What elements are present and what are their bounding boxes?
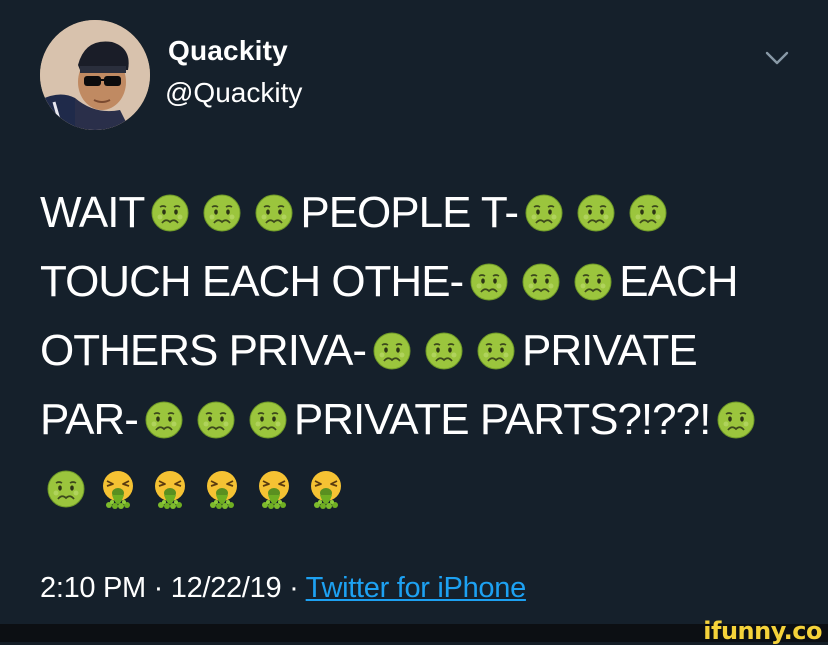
- nauseated-face-emoji-icon: [469, 262, 509, 302]
- tweet-text-segment: PAR-: [40, 395, 139, 444]
- tweet-metadata: 2:10 PM · 12/22/19 · Twitter for iPhone: [40, 572, 526, 605]
- nauseated-face-emoji-icon: [576, 193, 616, 233]
- nauseated-face-emoji-icon: [254, 193, 294, 233]
- tweet-text-segment: PEOPLE T-: [300, 188, 519, 237]
- vomiting-face-emoji-icon: [202, 469, 242, 509]
- chevron-down-icon[interactable]: [763, 48, 791, 68]
- tweet-text-line: TOUCH EACH OTHE- EACH: [40, 247, 800, 316]
- watermark-logo: ifunny.co: [703, 617, 822, 645]
- vomiting-face-emoji-icon: [98, 469, 138, 509]
- nauseated-face-emoji-icon: [716, 400, 756, 440]
- avatar[interactable]: [40, 20, 150, 130]
- nauseated-face-emoji-icon: [424, 331, 464, 371]
- vomiting-face-emoji-icon: [306, 469, 346, 509]
- nauseated-face-emoji-icon: [372, 331, 412, 371]
- nauseated-face-emoji-icon: [46, 469, 86, 509]
- tweet-card: Quackity @Quackity WAIT PEOPLE T- TOUCH EA…: [0, 0, 828, 624]
- tweet-text-segment: TOUCH EACH OTHE-: [40, 257, 464, 306]
- nauseated-face-emoji-icon: [248, 400, 288, 440]
- tweet-text-segment: PRIVATE: [522, 326, 698, 375]
- nauseated-face-emoji-icon: [202, 193, 242, 233]
- profile-photo-icon: [40, 20, 150, 130]
- nauseated-face-emoji-icon: [628, 193, 668, 233]
- tweet-text-line: [40, 454, 800, 523]
- tweet-text-segment: EACH: [619, 257, 738, 306]
- nauseated-face-emoji-icon: [524, 193, 564, 233]
- tweet-date[interactable]: 12/22/19: [171, 572, 282, 604]
- display-name[interactable]: Quackity: [168, 35, 288, 67]
- tweet-text: WAIT PEOPLE T- TOUCH EACH OTHE- EACH OTHERS …: [40, 178, 800, 523]
- tweet-text-line: PAR- PRIVATE PARTS?!??!: [40, 385, 800, 454]
- tweet-text-segment: OTHERS PRIVA-: [40, 326, 367, 375]
- nauseated-face-emoji-icon: [476, 331, 516, 371]
- vomiting-face-emoji-icon: [254, 469, 294, 509]
- vomiting-face-emoji-icon: [150, 469, 190, 509]
- tweet-text-line: OTHERS PRIVA- PRIVATE: [40, 316, 800, 385]
- nauseated-face-emoji-icon: [196, 400, 236, 440]
- tweet-source-link[interactable]: Twitter for iPhone: [306, 572, 527, 604]
- tweet-text-segment: PRIVATE PARTS?!??!: [293, 395, 711, 444]
- nauseated-face-emoji-icon: [144, 400, 184, 440]
- separator-dot: ·: [153, 572, 164, 604]
- tweet-time[interactable]: 2:10 PM: [40, 572, 146, 604]
- tweet-text-line: WAIT PEOPLE T-: [40, 178, 800, 247]
- nauseated-face-emoji-icon: [150, 193, 190, 233]
- tweet-text-segment: WAIT: [40, 188, 145, 237]
- nauseated-face-emoji-icon: [573, 262, 613, 302]
- separator-dot: ·: [289, 572, 299, 604]
- nauseated-face-emoji-icon: [521, 262, 561, 302]
- user-handle[interactable]: @Quackity: [165, 77, 302, 109]
